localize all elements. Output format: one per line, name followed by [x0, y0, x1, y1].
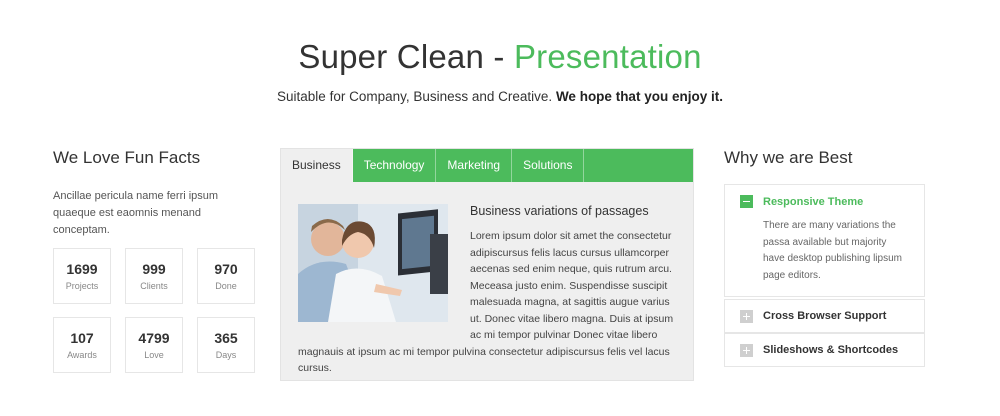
accordion-item-slideshows: Slideshows & Shortcodes: [724, 333, 925, 367]
fact-value: 999: [142, 261, 166, 277]
fact-value: 970: [214, 261, 238, 277]
fact-label: Days: [215, 350, 237, 360]
fact-label: Projects: [65, 281, 99, 291]
fact-label: Awards: [67, 350, 97, 360]
tab-solutions[interactable]: Solutions: [512, 149, 585, 182]
accordion-header-cross-browser[interactable]: Cross Browser Support: [725, 300, 924, 332]
page-subtitle: Suitable for Company, Business and Creat…: [0, 89, 1000, 104]
office-photo-illustration: [298, 204, 448, 322]
subtitle-bold: We hope that you enjoy it.: [555, 89, 723, 104]
fact-value: 4799: [138, 330, 170, 346]
accordion-label: Slideshows & Shortcodes: [763, 344, 899, 356]
accordion-header-slideshows[interactable]: Slideshows & Shortcodes: [725, 334, 924, 366]
fact-box-days: 365 Days: [197, 317, 255, 373]
title-accent: Presentation: [513, 38, 702, 75]
fact-box-projects: 1699 Projects: [53, 248, 111, 304]
fun-facts-grid: 1699 Projects 999 Clients 970 Done 107 A…: [53, 248, 257, 373]
fun-facts-title: We Love Fun Facts: [53, 148, 201, 167]
tab-bar: Business Technology Marketing Solutions: [281, 149, 693, 182]
why-best-title: Why we are Best: [724, 148, 853, 167]
tab-technology[interactable]: Technology: [353, 149, 437, 182]
page-title: Super Clean - Presentation: [0, 38, 1000, 76]
fact-box-clients: 999 Clients: [125, 248, 183, 304]
fact-label: Done: [215, 281, 237, 291]
plus-icon: [740, 343, 753, 357]
tab-business[interactable]: Business: [281, 149, 353, 182]
accordion-label: Cross Browser Support: [763, 310, 887, 322]
accordion-item-responsive: Responsive Theme There are many variatio…: [724, 184, 925, 297]
tabs-panel: Business Technology Marketing Solutions: [280, 148, 694, 381]
fact-value: 1699: [66, 261, 98, 277]
plus-icon: [740, 309, 753, 323]
fact-value: 365: [214, 330, 238, 346]
accordion-header-responsive[interactable]: Responsive Theme: [725, 185, 924, 218]
fun-facts-section: We Love Fun Facts Ancillae pericula name…: [53, 148, 253, 239]
title-main: Super Clean -: [298, 38, 514, 75]
minus-icon: [740, 195, 753, 208]
tab-marketing[interactable]: Marketing: [436, 149, 513, 182]
accordion-label: Responsive Theme: [763, 195, 864, 208]
fact-value: 107: [70, 330, 94, 346]
fact-box-love: 4799 Love: [125, 317, 183, 373]
subtitle-plain: Suitable for Company, Business and Creat…: [277, 89, 556, 104]
fact-label: Love: [144, 350, 164, 360]
fact-box-done: 970 Done: [197, 248, 255, 304]
fun-facts-text: Ancillae pericula name ferri ipsum quaeq…: [53, 190, 219, 236]
accordion-item-cross-browser: Cross Browser Support: [724, 299, 925, 333]
tab-content: Business variations of passages Lorem ip…: [281, 182, 693, 377]
why-best-section: Why we are Best: [724, 148, 926, 188]
fact-label: Clients: [140, 281, 168, 291]
fact-box-awards: 107 Awards: [53, 317, 111, 373]
accordion-body: There are many variations the passa avai…: [763, 220, 902, 281]
business-people-image: [298, 204, 448, 322]
